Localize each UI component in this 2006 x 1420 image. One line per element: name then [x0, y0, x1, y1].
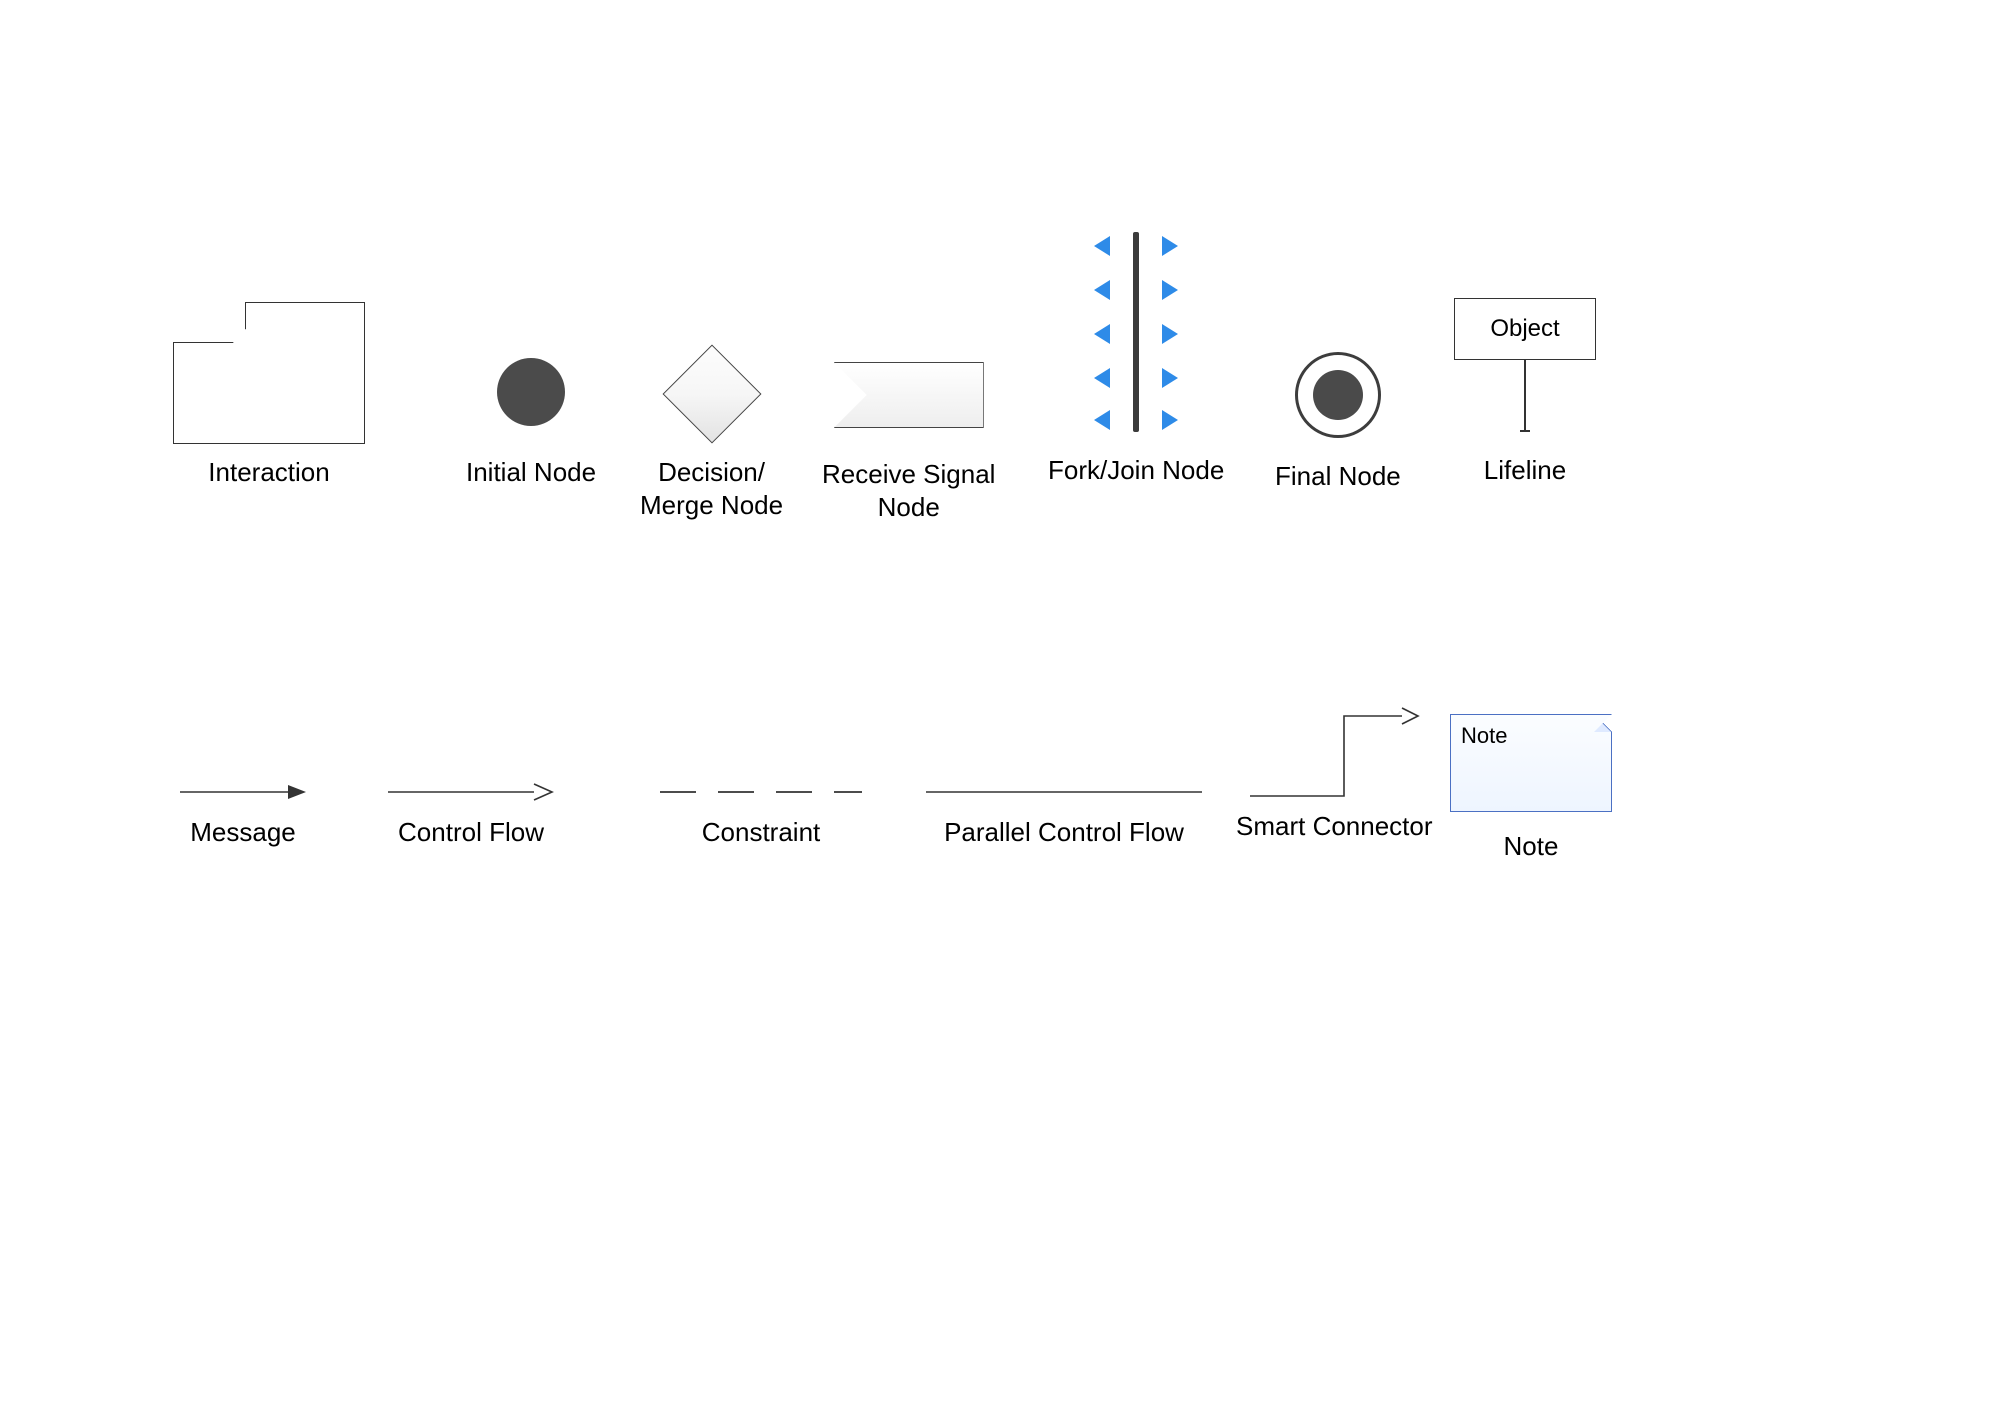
- lifeline-shape: Object Lifeline: [1454, 298, 1596, 487]
- lifeline-label: Lifeline: [1484, 454, 1566, 487]
- interaction-label: Interaction: [208, 456, 329, 489]
- decision-node-icon: [664, 346, 760, 442]
- final-node-label: Final Node: [1275, 460, 1401, 493]
- fork-join-label: Fork/Join Node: [1048, 454, 1224, 487]
- constraint-shape: Constraint: [656, 780, 866, 849]
- note-fold-icon: [1594, 714, 1612, 732]
- lifeline-icon: Object: [1454, 298, 1596, 432]
- smart-connector-icon: [1244, 700, 1424, 810]
- decision-node-shape: Decision/ Merge Node: [640, 346, 783, 521]
- message-label: Message: [190, 816, 296, 849]
- message-arrow-shape: Message: [178, 780, 308, 849]
- note-shape: Note Note: [1450, 714, 1612, 863]
- decision-node-label: Decision/ Merge Node: [640, 456, 783, 521]
- initial-node-icon: [497, 358, 565, 426]
- control-flow-icon: [386, 780, 556, 804]
- interaction-shape: Interaction: [173, 302, 365, 489]
- note-label: Note: [1504, 830, 1559, 863]
- parallel-control-flow-label: Parallel Control Flow: [944, 816, 1184, 849]
- control-flow-shape: Control Flow: [386, 780, 556, 849]
- note-box-text: Note: [1461, 723, 1507, 748]
- smart-connector-shape: Smart Connector: [1236, 700, 1433, 843]
- parallel-control-flow-icon: [924, 780, 1204, 804]
- initial-node-label: Initial Node: [466, 456, 596, 489]
- final-node-shape: Final Node: [1275, 352, 1401, 493]
- final-node-icon: [1295, 352, 1381, 438]
- control-flow-label: Control Flow: [398, 816, 544, 849]
- diagram-canvas: { "row1": { "interaction": "Interaction"…: [0, 0, 2006, 1420]
- receive-signal-label: Receive Signal Node: [822, 458, 995, 523]
- constraint-label: Constraint: [702, 816, 821, 849]
- fork-join-shape: Fork/Join Node: [1048, 232, 1224, 487]
- interaction-tab: [173, 302, 246, 343]
- lifeline-object-box: Object: [1454, 298, 1596, 360]
- message-arrow-icon: [178, 780, 308, 804]
- parallel-control-flow-shape: Parallel Control Flow: [924, 780, 1204, 849]
- receive-signal-shape: Receive Signal Node: [822, 362, 995, 523]
- receive-signal-icon: [834, 362, 984, 428]
- note-icon: Note: [1450, 714, 1612, 812]
- initial-node-shape: Initial Node: [466, 358, 596, 489]
- fork-join-icon: [1076, 232, 1196, 432]
- smart-connector-label: Smart Connector: [1236, 810, 1433, 843]
- constraint-icon: [656, 780, 866, 804]
- interaction-frame-icon: [173, 302, 365, 444]
